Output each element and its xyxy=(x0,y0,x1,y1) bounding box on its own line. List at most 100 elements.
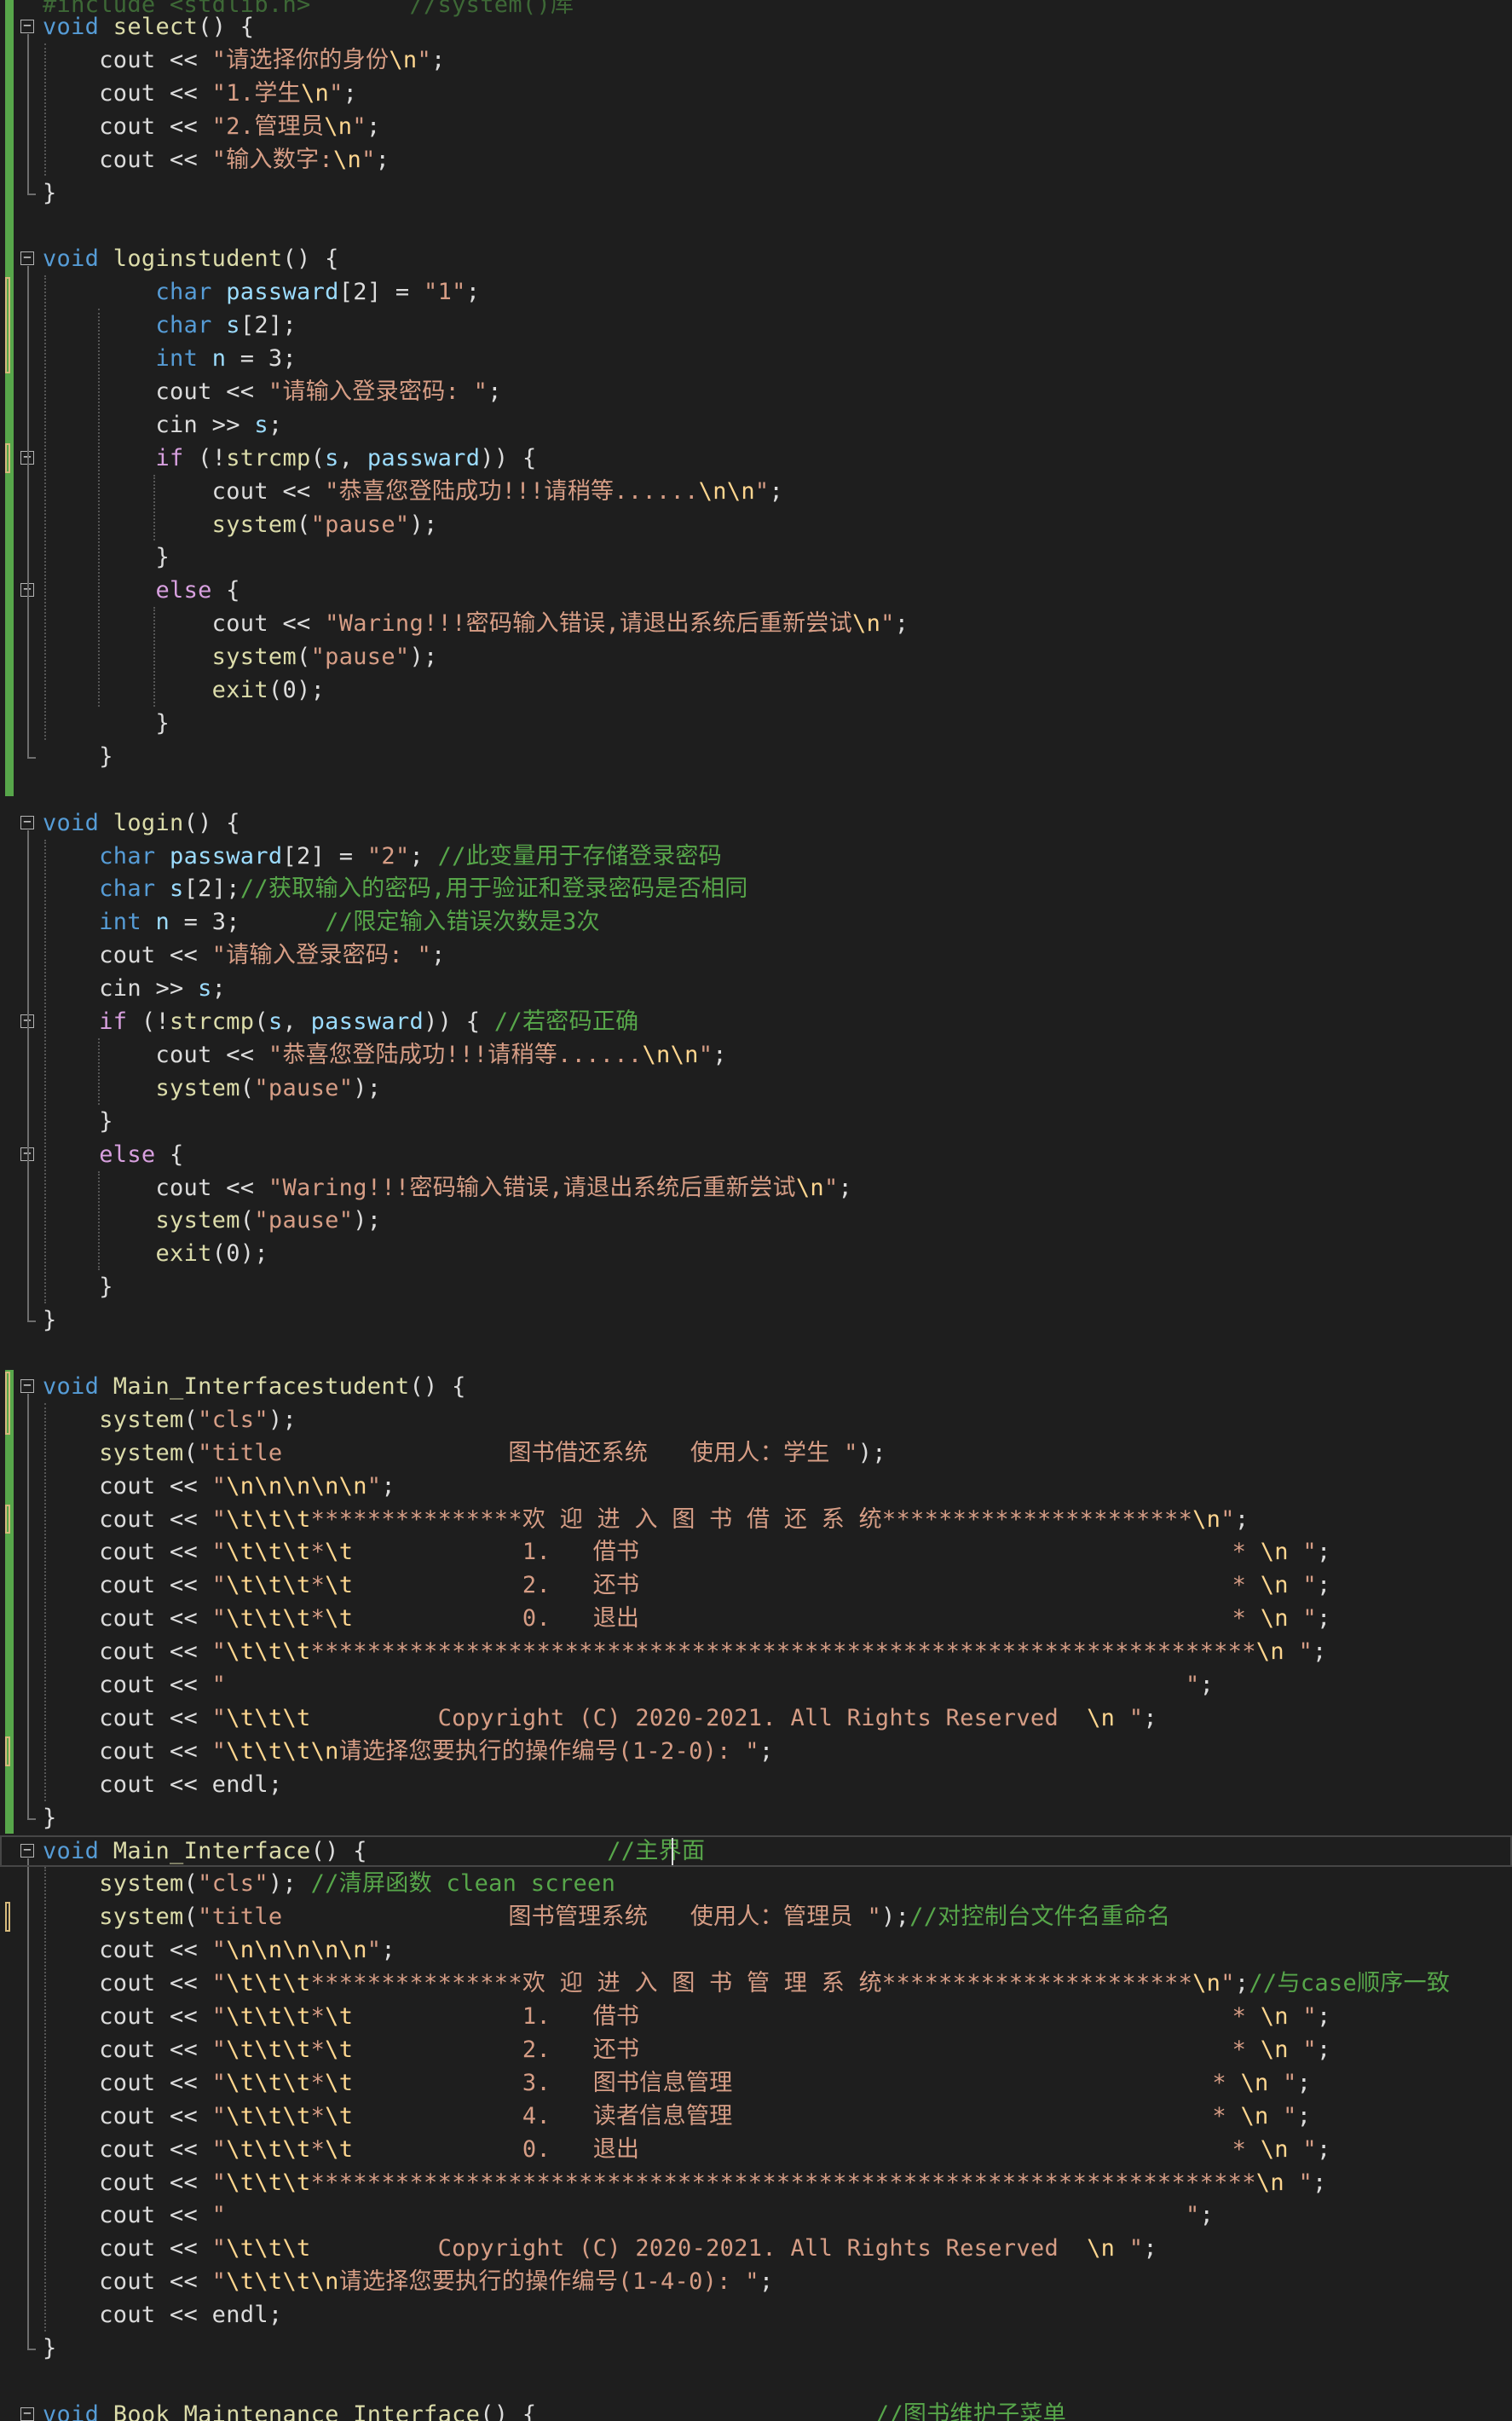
code-line[interactable]: char s[2]; xyxy=(0,309,1512,342)
code-line[interactable] xyxy=(0,209,1512,242)
code-line[interactable]: system("pause"); xyxy=(0,1204,1512,1237)
code-line[interactable]: void Book_Maintenance_Interface() { //图书… xyxy=(0,2398,1512,2421)
code-line[interactable]: else { xyxy=(0,1138,1512,1171)
code-token: 2. 还书 * xyxy=(353,2036,1261,2063)
code-line[interactable]: system("title 图书借还系统 使用人：学生 "); xyxy=(0,1436,1512,1470)
code-line[interactable]: cout << "\n\n\n\n\n"; xyxy=(0,1933,1512,1967)
code-line[interactable]: if (!strcmp(s, passward)) { xyxy=(0,442,1512,475)
code-line[interactable]: cin >> s; xyxy=(0,972,1512,1005)
code-line[interactable]: } xyxy=(0,176,1512,210)
code-line[interactable]: system("cls"); //清屏函数 clean screen xyxy=(0,1867,1512,1900)
code-text: cout << "\t\t\t\n请选择您要执行的操作编号(1-4-0): "; xyxy=(43,2265,773,2298)
code-line[interactable]: exit(0); xyxy=(0,1237,1512,1270)
code-line[interactable]: cout << " "; xyxy=(0,2199,1512,2232)
code-line[interactable]: } xyxy=(0,707,1512,740)
code-token: system xyxy=(211,511,297,538)
code-line[interactable]: cout << "\t\t\t*\t 2. 还书 * \n "; xyxy=(0,1569,1512,1602)
code-line[interactable]: char s[2];//获取输入的密码,用于验证和登录密码是否相同 xyxy=(0,872,1512,905)
code-line[interactable]: cout << "\t\t\t*\t 0. 退出 * \n "; xyxy=(0,2133,1512,2166)
code-line[interactable]: } xyxy=(0,1801,1512,1835)
code-line[interactable]: system("cls"); xyxy=(0,1403,1512,1436)
code-editor[interactable]: #include <stdlib.h> //system()库 void sel… xyxy=(0,0,1512,2421)
code-line[interactable]: else { xyxy=(0,574,1512,607)
code-token: //限定输入错误次数是3次 xyxy=(325,909,600,936)
code-line[interactable]: cout << "1.学生\n"; xyxy=(0,77,1512,110)
code-line[interactable]: system("pause"); xyxy=(0,640,1512,673)
code-text: cout << "\t\t\t*\t 2. 还书 * \n "; xyxy=(43,2033,1331,2066)
code-token: " xyxy=(211,1970,227,1997)
code-token: } xyxy=(43,709,170,737)
code-line[interactable]: cout << endl; xyxy=(0,1768,1512,1801)
code-line[interactable]: cout << "恭喜您登陆成功!!!请稍等......\n\n"; xyxy=(0,475,1512,508)
code-line[interactable]: cout << "\t\t\t*\t 4. 读者信息管理 * \n "; xyxy=(0,2100,1512,2133)
code-line[interactable]: if (!strcmp(s, passward)) { //若密码正确 xyxy=(0,1005,1512,1038)
collapse-toggle-icon[interactable]: − xyxy=(20,251,34,266)
code-line[interactable]: cout << endl; xyxy=(0,2298,1512,2331)
code-line[interactable] xyxy=(0,773,1512,806)
code-line[interactable]: int n = 3; xyxy=(0,342,1512,375)
code-line[interactable] xyxy=(0,1337,1512,1370)
code-line[interactable]: cout << "Waring!!!密码输入错误,请退出系统后重新尝试\n"; xyxy=(0,1171,1512,1205)
code-line[interactable] xyxy=(0,2365,1512,2398)
code-token: ( xyxy=(183,1406,199,1433)
code-line[interactable]: cout << "\t\t\t\n请选择您要执行的操作编号(1-4-0): "; xyxy=(0,2265,1512,2298)
code-token: " xyxy=(329,79,343,107)
code-line[interactable]: cout << "\t\t\t*\t 2. 还书 * \n "; xyxy=(0,2033,1512,2066)
code-line[interactable]: cout << "恭喜您登陆成功!!!请稍等......\n\n"; xyxy=(0,1038,1512,1072)
code-line[interactable]: cout << "\t\t\t Copyright (C) 2020-2021.… xyxy=(0,1702,1512,1735)
code-line[interactable]: cout << "\t\t\t***************欢 迎 进 入 图 … xyxy=(0,1503,1512,1536)
code-line[interactable]: cout << "\t\t\t***************欢 迎 进 入 图 … xyxy=(0,1967,1512,2000)
code-line[interactable]: cout << "请输入登录密码: "; xyxy=(0,939,1512,972)
code-line[interactable]: void select() { xyxy=(0,10,1512,43)
code-token: char xyxy=(155,312,212,339)
collapse-toggle-icon[interactable]: − xyxy=(20,2406,34,2421)
code-line[interactable]: cout << "Waring!!!密码输入错误,请退出系统后重新尝试\n"; xyxy=(0,607,1512,640)
code-line[interactable]: cout << "\t\t\t*\t 1. 借书 * \n "; xyxy=(0,2000,1512,2033)
code-token: ****************************************… xyxy=(310,1638,1256,1666)
code-line[interactable]: } xyxy=(0,1270,1512,1303)
code-line[interactable]: cout << " "; xyxy=(0,1668,1512,1702)
collapse-toggle-icon[interactable]: − xyxy=(20,1378,34,1393)
indent-guide xyxy=(98,1037,100,1105)
code-line[interactable]: system("pause"); xyxy=(0,1072,1512,1105)
code-line[interactable]: } xyxy=(0,540,1512,574)
code-line[interactable]: exit(0); xyxy=(0,673,1512,707)
code-line[interactable]: cout << "\t\t\t*\t 3. 图书信息管理 * \n "; xyxy=(0,2066,1512,2100)
code-line[interactable]: void loginstudent() { xyxy=(0,242,1512,275)
code-line[interactable]: } xyxy=(0,1303,1512,1337)
code-line[interactable]: cout << "2.管理员\n"; xyxy=(0,110,1512,143)
code-line[interactable]: cout << "请输入登录密码: "; xyxy=(0,375,1512,408)
code-line[interactable]: int n = 3; //限定输入错误次数是3次 xyxy=(0,905,1512,939)
collapse-toggle-icon[interactable]: − xyxy=(20,19,34,33)
code-line[interactable]: cout << "\t\t\t*************************… xyxy=(0,2166,1512,2199)
code-line[interactable]: cout << "\n\n\n\n\n"; xyxy=(0,1470,1512,1503)
code-line[interactable]: void Main_Interfacestudent() { xyxy=(0,1370,1512,1403)
code-line[interactable]: cout << "请选择你的身份\n"; xyxy=(0,43,1512,77)
code-token: ; xyxy=(211,975,227,1002)
code-line[interactable]: } xyxy=(0,740,1512,773)
code-token: s xyxy=(325,444,339,471)
code-line[interactable]: cout << "\t\t\t Copyright (C) 2020-2021.… xyxy=(0,2232,1512,2265)
code-token: * xyxy=(310,2069,326,2096)
code-line[interactable]: cin >> s; xyxy=(0,408,1512,442)
code-token: ( xyxy=(183,1904,199,1931)
code-token: ( xyxy=(183,1870,199,1898)
code-line[interactable]: char passward[2] = "1"; xyxy=(0,275,1512,309)
code-line[interactable]: } xyxy=(0,2331,1512,2365)
code-line[interactable]: cout << "输入数字:\n"; xyxy=(0,143,1512,176)
code-line[interactable]: system("pause"); xyxy=(0,508,1512,541)
code-line[interactable]: void login() { xyxy=(0,806,1512,840)
code-token: } xyxy=(43,1274,113,1301)
code-line[interactable]: cout << "\t\t\t*\t 0. 退出 * \n "; xyxy=(0,1602,1512,1635)
collapse-toggle-icon[interactable]: − xyxy=(20,814,34,829)
code-line[interactable]: system("title 图书管理系统 使用人：管理员 ");//对控制台文件… xyxy=(0,1900,1512,1933)
code-line[interactable]: } xyxy=(0,1105,1512,1138)
code-line[interactable]: cout << "\t\t\t\n请选择您要执行的操作编号(1-2-0): "; xyxy=(0,1735,1512,1768)
code-text: char s[2];//获取输入的密码,用于验证和登录密码是否相同 xyxy=(43,872,748,905)
code-line[interactable]: char passward[2] = "2"; //此变量用于存储登录密码 xyxy=(0,840,1512,873)
change-indicator-unsaved xyxy=(5,277,10,373)
fold-outline-end xyxy=(27,1320,36,1323)
code-line[interactable]: cout << "\t\t\t*************************… xyxy=(0,1635,1512,1668)
code-line[interactable]: cout << "\t\t\t*\t 1. 借书 * \n "; xyxy=(0,1535,1512,1569)
